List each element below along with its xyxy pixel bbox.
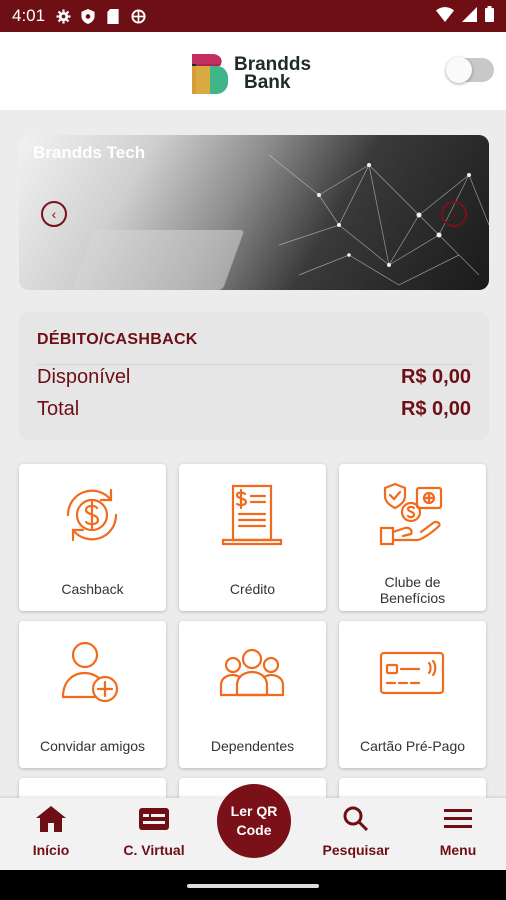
- divider: [37, 364, 471, 365]
- balance-row-available: Disponível R$ 0,00: [37, 366, 471, 389]
- nav-label: Início: [32, 842, 70, 858]
- tile-label: Dependentes: [210, 738, 295, 754]
- nav-label: C. Virtual: [123, 842, 185, 858]
- theme-toggle[interactable]: [446, 57, 494, 83]
- balance-card: DÉBITO/CASHBACK Disponível R$ 0,00 Total…: [19, 312, 489, 440]
- tile-label-line: Clube de: [384, 574, 441, 590]
- home-indicator[interactable]: [187, 884, 319, 888]
- tile-prepaid-card[interactable]: Cartão Pré-Pago: [339, 621, 486, 768]
- brand-logo: Brandds Bank: [190, 52, 311, 96]
- qr-label-line: Code: [236, 822, 272, 838]
- settings-gear-icon: [55, 8, 71, 24]
- status-time: 4:01: [12, 6, 46, 25]
- balance-value: R$ 0,00: [400, 398, 471, 420]
- home-icon: [36, 806, 66, 832]
- nav-label: Pesquisar: [322, 842, 390, 858]
- tile-cashback[interactable]: Cashback: [19, 464, 166, 611]
- invite-friend-icon: [61, 641, 119, 703]
- banner-prev-button[interactable]: ‹: [41, 201, 67, 227]
- tile-dependents[interactable]: Dependentes: [179, 621, 326, 768]
- balance-value: R$ 0,00: [400, 366, 471, 388]
- cashback-icon: [66, 488, 118, 542]
- tile-label: Clube de Benefícios: [339, 574, 486, 606]
- status-bar: 4:01: [0, 0, 506, 32]
- dependents-icon: [219, 648, 285, 697]
- banner-title: Brandds Tech: [33, 143, 146, 162]
- tile-label: Cashback: [61, 581, 124, 597]
- balance-row-total: Total R$ 0,00: [37, 398, 471, 421]
- nav-menu[interactable]: Menu: [434, 806, 482, 858]
- vpn-globe-icon: [130, 8, 146, 24]
- brand-name-line2: Bank: [244, 72, 291, 93]
- nav-label: Menu: [439, 842, 477, 858]
- qr-label-line: Ler QR: [230, 803, 278, 819]
- sim-card-icon: [105, 8, 121, 24]
- chevron-right-icon: ›: [451, 206, 457, 222]
- tile-invite-friends[interactable]: Convidar amigos: [19, 621, 166, 768]
- promo-banner[interactable]: Brandds Tech ‹ ›: [19, 135, 489, 290]
- signal-icon: [462, 6, 477, 27]
- app-header: Brandds Bank: [0, 32, 506, 110]
- nav-home[interactable]: Início: [26, 806, 76, 858]
- credit-receipt-icon: [221, 484, 283, 546]
- search-icon: [343, 806, 369, 832]
- system-gesture-bar: [0, 870, 506, 900]
- balance-label: Disponível: [37, 366, 131, 388]
- tile-label: Convidar amigos: [39, 738, 146, 754]
- wifi-icon: [436, 6, 454, 27]
- banner-next-button[interactable]: ›: [441, 201, 467, 227]
- prepaid-card-icon: [379, 651, 445, 695]
- chevron-left-icon: ‹: [51, 206, 57, 222]
- read-qr-code-button[interactable]: Ler QR Code: [217, 784, 291, 858]
- nav-search[interactable]: Pesquisar: [318, 806, 394, 858]
- bottom-navigation: Início C. Virtual Ler QR Code Pesquisar …: [0, 784, 506, 870]
- balance-label: Total: [37, 398, 80, 420]
- benefits-club-icon: [379, 482, 443, 546]
- nav-virtual-card[interactable]: C. Virtual: [112, 806, 196, 858]
- brand-logo-mark-icon: [190, 52, 230, 96]
- tile-benefits-club[interactable]: Clube de Benefícios: [339, 464, 486, 611]
- tile-label-line: Benefícios: [379, 590, 446, 606]
- toggle-knob: [446, 57, 472, 83]
- shield-icon: [80, 8, 96, 24]
- hamburger-menu-icon: [444, 809, 472, 828]
- tile-credit[interactable]: Crédito: [179, 464, 326, 611]
- virtual-card-icon: [139, 808, 169, 830]
- battery-icon: [485, 6, 494, 27]
- tile-label: Crédito: [229, 581, 276, 597]
- tile-label: Cartão Pré-Pago: [359, 738, 466, 754]
- balance-title: DÉBITO/CASHBACK: [37, 331, 198, 348]
